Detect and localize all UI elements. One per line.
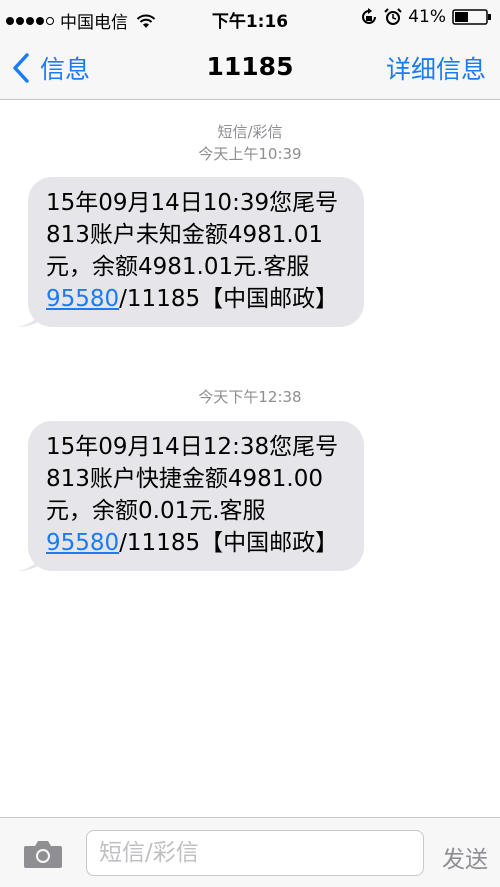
navigation-bar: 信息 11185 详细信息	[0, 36, 500, 100]
message-bubble[interactable]: 15年09月14日12:38您尾号813账户快捷金额4981.00元，余额0.0…	[17, 421, 364, 571]
phone-link[interactable]: 95580	[46, 530, 119, 556]
status-right: 41%	[360, 7, 492, 27]
message-input[interactable]: 短信/彩信	[86, 830, 424, 876]
battery-icon	[452, 9, 491, 25]
conversation-view[interactable]: 短信/彩信 今天上午10:39 15年09月14日10:39您尾号813账户未知…	[0, 101, 500, 817]
send-button[interactable]: 发送	[442, 840, 488, 874]
camera-icon[interactable]	[22, 838, 64, 870]
input-bar: 短信/彩信 发送	[0, 817, 500, 887]
message-text-end: /11185【中国邮政】	[119, 530, 339, 556]
bubble-tail	[17, 305, 45, 327]
message-bubble[interactable]: 15年09月14日10:39您尾号813账户未知金额4981.01元，余额498…	[17, 177, 364, 327]
message-timestamp: 今天上午10:39	[198, 145, 302, 163]
status-bar: 中国电信 下午1:16 41%	[0, 0, 500, 36]
rotation-lock-icon	[362, 8, 377, 24]
message-text: 15年09月14日10:39您尾号813账户未知金额4981.01元，余额498…	[46, 190, 339, 280]
alarm-icon	[384, 8, 402, 25]
phone-link[interactable]: 95580	[46, 286, 119, 312]
bubble-tail	[17, 549, 45, 571]
battery-percent: 41%	[408, 7, 446, 27]
channel-label: 短信/彩信	[217, 123, 283, 141]
details-button[interactable]: 详细信息	[386, 50, 486, 86]
message-timestamp: 今天下午12:38	[198, 388, 302, 406]
message-text: 15年09月14日12:38您尾号813账户快捷金额4981.00元，余额0.0…	[46, 434, 339, 524]
message-text-end: /11185【中国邮政】	[119, 286, 339, 312]
